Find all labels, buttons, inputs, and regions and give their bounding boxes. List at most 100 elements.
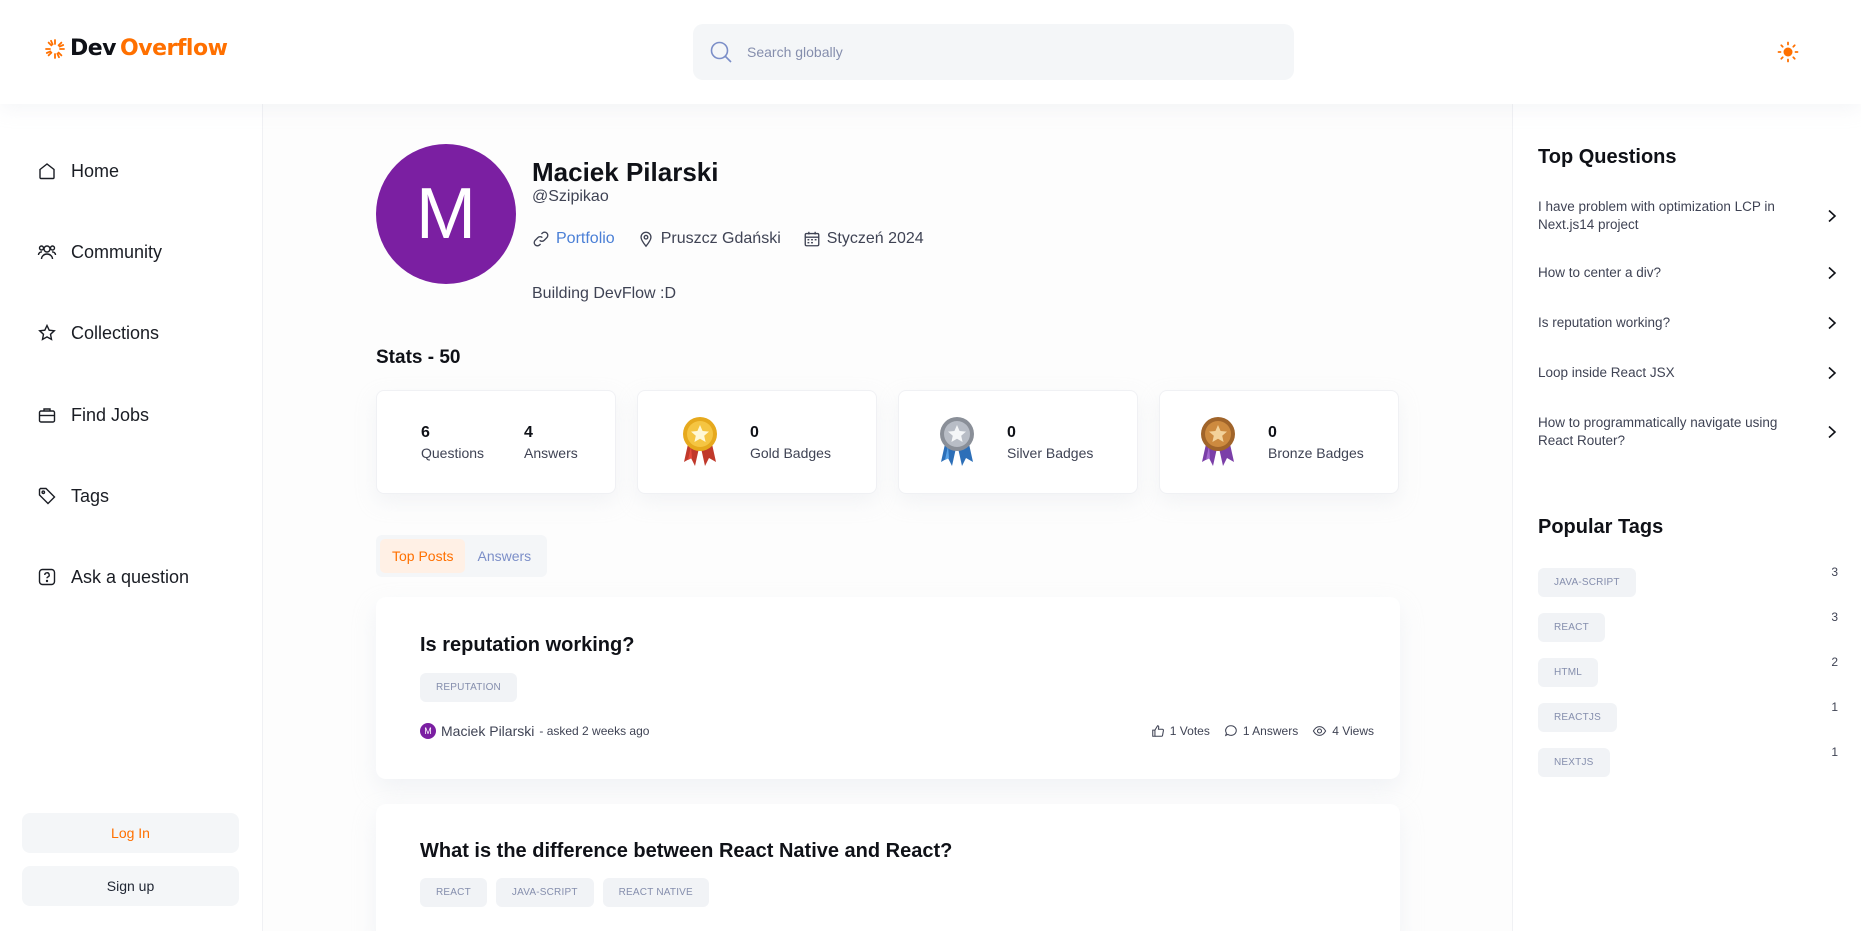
post-tags: REACT JAVA-SCRIPT REACT NATIVE [420,878,709,907]
popular-tag-count: 3 [1831,610,1838,624]
star-icon [38,323,56,341]
sidebar-item-tags[interactable]: Tags [26,470,241,522]
sidebar-label-tags: Tags [71,485,110,506]
stat-silver: 0 Silver Badges [1007,424,1093,461]
search-icon [710,41,732,63]
profile-name: Maciek Pilarski [532,157,719,187]
sidebar-label-collections: Collections [71,322,160,343]
logo-text-overflow: Overflow [120,36,228,61]
post-metrics: 1 Votes 1 Answers 4 Views [1151,724,1374,738]
chevron-right-icon [1828,266,1837,280]
answers-metric-count: 1 Answers [1242,724,1299,738]
answers-label: Answers [524,444,578,461]
sun-icon [1777,41,1799,63]
stat-answers: 4 Answers [524,424,578,461]
login-button[interactable]: Log In [22,813,239,853]
sidebar-item-ask-question[interactable]: Ask a question [26,551,241,603]
link-icon [533,231,549,247]
stat-card-qa: 6 Questions 4 Answers [376,390,616,494]
stat-questions: 6 Questions [421,424,484,461]
question-icon [38,568,56,586]
tag-icon [38,487,56,505]
sidebar-item-community[interactable]: Community [26,226,241,278]
popular-tag[interactable]: REACT [1538,613,1605,642]
stats-title: Stats - 50 [376,347,461,368]
chevron-right-icon [1828,425,1837,439]
logo-text-dev: Dev [70,36,117,61]
chevron-right-icon [1828,209,1837,223]
popular-tag-row: NEXTJS 1 [1538,745,1838,777]
gold-label: Gold Badges [750,444,831,461]
stat-card-silver: 0 Silver Badges [898,390,1138,494]
post-tag[interactable]: REACT [420,878,487,907]
author-name[interactable]: Maciek Pilarski [441,723,534,739]
calendar-icon [804,231,820,247]
gold-count: 0 [750,423,759,441]
silver-medal-icon [940,417,974,466]
top-question-text: Is reputation working? [1538,315,1671,330]
site-logo[interactable]: Dev Overflow [44,36,228,61]
theme-toggle-button[interactable] [1776,40,1800,64]
global-search[interactable] [693,24,1294,80]
silver-label: Silver Badges [1007,444,1094,461]
tab-top-posts[interactable]: Top Posts [380,539,466,573]
popular-tag-row: REACTJS 1 [1538,700,1838,732]
top-question-text: How to programmatically navigate using R… [1538,415,1778,448]
search-input[interactable] [747,44,1267,60]
post-tags: REPUTATION [420,673,517,702]
popular-tag[interactable]: HTML [1538,658,1599,687]
post-card[interactable]: Is reputation working? REPUTATION M Maci… [376,597,1400,779]
joined-wrap: Styczeń 2024 [803,230,924,248]
users-icon [37,245,57,260]
chevron-right-icon [1828,316,1837,330]
post-card[interactable]: What is the difference between React Nat… [376,804,1400,931]
post-tag[interactable]: JAVA-SCRIPT [495,878,594,907]
top-question-item[interactable]: Loop inside React JSX [1538,364,1838,382]
popular-tag[interactable]: REACTJS [1538,703,1617,732]
popular-tag-count: 2 [1831,655,1838,669]
bronze-label: Bronze Badges [1268,444,1364,461]
post-title[interactable]: Is reputation working? [420,634,634,657]
top-question-item[interactable]: How to programmatically navigate using R… [1538,414,1838,450]
top-questions-title: Top Questions [1538,146,1677,168]
top-question-item[interactable]: How to center a div? [1538,264,1838,282]
sidebar-item-home[interactable]: Home [26,145,241,197]
answers-count: 4 [524,423,533,441]
profile-tabs: Top Posts Answers [376,535,548,577]
profile-joined: Styczeń 2024 [826,230,924,247]
popular-tag[interactable]: NEXTJS [1538,748,1610,777]
sidebar-label-find-jobs: Find Jobs [71,404,150,425]
top-question-item[interactable]: Is reputation working? [1538,314,1838,332]
questions-label: Questions [421,444,485,461]
portfolio-link-wrap[interactable]: Portfolio [532,230,615,248]
sidebar-item-collections[interactable]: Collections [26,307,241,359]
tab-answers[interactable]: Answers [465,539,543,573]
votes-metric: 1 Votes [1151,724,1210,738]
popular-tag[interactable]: JAVA-SCRIPT [1538,568,1636,597]
signup-button[interactable]: Sign up [22,866,239,906]
top-question-text: Loop inside React JSX [1538,365,1675,380]
eye-icon [1312,726,1327,736]
right-sidebar: Top Questions I have problem with optimi… [1512,104,1861,931]
location-pin-icon [640,231,652,248]
popular-tag-row: REACT 3 [1538,610,1838,642]
left-sidebar: Home Community Collections Find Jobs Tag… [0,104,263,931]
bronze-medal-icon [1201,417,1235,466]
message-icon [1224,725,1237,737]
asked-time: - asked 2 weeks ago [539,724,650,738]
questions-count: 6 [421,423,430,441]
answers-metric: 1 Answers [1224,724,1298,738]
silver-count: 0 [1007,423,1016,441]
post-title[interactable]: What is the difference between React Nat… [420,840,952,863]
sidebar-item-find-jobs[interactable]: Find Jobs [26,389,241,441]
portfolio-link[interactable]: Portfolio [556,230,615,248]
post-tag[interactable]: REPUTATION [420,673,517,702]
popular-tag-row: JAVA-SCRIPT 3 [1538,565,1838,597]
top-question-text: I have problem with optimization LCP in … [1538,199,1775,232]
post-tag[interactable]: REACT NATIVE [602,878,709,907]
thumb-up-icon [1152,725,1164,737]
post-author[interactable]: M Maciek Pilarski - asked 2 weeks ago [420,723,649,739]
views-count: 4 Views [1332,724,1374,738]
sidebar-label-community: Community [71,241,163,262]
top-question-item[interactable]: I have problem with optimization LCP in … [1538,198,1838,234]
